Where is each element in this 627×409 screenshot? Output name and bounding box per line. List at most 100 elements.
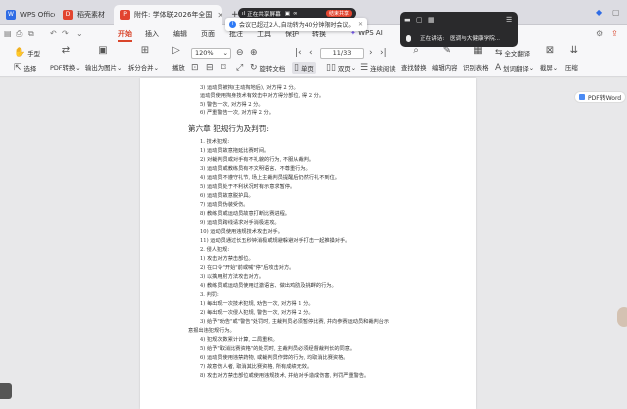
bookmark-icon: ⌑ — [221, 63, 226, 73]
image-icon[interactable]: ▣ — [94, 45, 112, 56]
doc-line: 6) 运动员故意脱护具。 — [200, 193, 254, 199]
compress-button[interactable]: 压缩 — [565, 63, 578, 72]
play-icon[interactable]: ▷ — [167, 45, 185, 56]
menu-page[interactable]: 页面 — [201, 29, 215, 39]
zoom-in-button[interactable]: ⊕ — [250, 48, 260, 58]
continuous-read-button[interactable]: ☰ 连续阅读 — [360, 63, 396, 73]
find-replace-button[interactable]: 查找替换 — [401, 63, 427, 72]
button-label: 手型 — [27, 49, 40, 58]
select-tool-button[interactable]: ⇱ 选择 — [14, 63, 36, 73]
copy-icon[interactable]: ⧉ — [28, 29, 34, 39]
first-page-button[interactable]: |‹ — [295, 48, 304, 58]
zoom-out-icon: ⊖ — [236, 48, 244, 58]
menu-icon[interactable]: ☰ — [506, 16, 512, 24]
bookmark-button[interactable]: ⌑ — [221, 63, 228, 73]
rotate-doc-button[interactable]: ↻ 旋转文档 — [250, 63, 285, 73]
signal-icon: ıl — [242, 10, 246, 17]
single-page-button[interactable]: ▯ 单页 — [292, 62, 316, 74]
avatar[interactable] — [617, 307, 627, 327]
play-button[interactable]: 播放 — [172, 63, 185, 72]
screenshot-button[interactable]: 截屏 ⌄ — [540, 63, 558, 73]
menu-edit[interactable]: 编辑 — [173, 29, 187, 39]
zoom-in-icon: ⊕ — [250, 48, 258, 58]
tab-attachment[interactable]: P 附件: 学体联2026年全国 ✕ — [114, 5, 222, 25]
compress-icon[interactable]: ⇊ — [565, 45, 583, 56]
share-icon[interactable]: ⇪ — [611, 29, 618, 38]
fit-page-button[interactable]: ⊟ — [206, 63, 216, 73]
grid-icon[interactable]: ▦ — [428, 16, 435, 24]
fullscreen-button[interactable]: ⤢ — [236, 63, 245, 73]
hand-tool-button[interactable]: ✋ 手型 — [14, 48, 40, 58]
menu-label: 开始 — [118, 30, 132, 38]
document-area[interactable]: 3) 运动员被掏(主动掏地后), 对方得 2 分。 运动员使用掏身技术有效击中对… — [0, 78, 627, 409]
doc-line: 6) 运动员使用违禁药物, 或裁判员作弊的行为, 均取消比赛资格。 — [200, 355, 349, 361]
window-icon[interactable]: ▢ — [612, 8, 620, 17]
button-label: 查找替换 — [401, 64, 427, 72]
double-page-icon: ▯▯ — [326, 63, 336, 73]
single-page-icon: ▯ — [294, 63, 299, 73]
doc-line: 1) 运动员故意拖延比赛时间。 — [200, 148, 270, 154]
chevron-right-icon: › — [369, 48, 373, 58]
edit-content-button[interactable]: 编辑内容 — [432, 63, 458, 72]
close-icon[interactable]: ✕ — [358, 21, 363, 28]
undo-icon[interactable]: ↶ — [50, 29, 57, 38]
zoom-select[interactable]: 120% ⌄ — [191, 48, 231, 59]
menu-insert[interactable]: 插入 — [145, 29, 159, 39]
translate-word-icon: A — [495, 63, 502, 73]
doc-line: 2) 在口令"开始"前或喊"停"后攻击对方。 — [200, 265, 295, 271]
pdf-page[interactable]: 3) 运动员被掏(主动掏地后), 对方得 2 分。 运动员使用掏身技术有效击中对… — [140, 78, 476, 409]
info-icon: i — [229, 21, 236, 28]
tab-wps-office[interactable]: W WPS Office — [0, 5, 55, 25]
fit-width-button[interactable]: ⊡ — [191, 63, 201, 73]
chevron-down-icon: ⌄ — [350, 64, 357, 72]
pdf-convert-button[interactable]: PDF转换 ⌄ — [50, 63, 81, 73]
doc-line: 11) 运动员通过长五秒钟消极或规避躲避对手打击一起推搡对手。 — [200, 238, 351, 244]
page-input[interactable]: 11/33 — [320, 48, 364, 59]
meeting-float-panel[interactable]: ▬ ▢ ▦ ☰ 正在讲话: 医调与大健康学院... — [400, 12, 518, 47]
redo-icon[interactable]: ↷ — [62, 29, 69, 38]
doc-line: 2) 每出现一次侵人犯规, 警告一次, 对方得 2 分。 — [200, 310, 314, 316]
pdf-to-word-button[interactable]: PDF转Word — [574, 91, 627, 103]
close-icon[interactable]: ✕ — [217, 11, 222, 20]
identify-table-button[interactable]: 识别表格 — [463, 63, 489, 72]
microphone-icon — [406, 35, 411, 42]
split-merge-button[interactable]: 拆分合并 ⌄ — [128, 63, 159, 73]
fullscreen-icon: ⤢ — [236, 63, 244, 73]
rotate-icon: ↻ — [250, 63, 258, 73]
screen-share-icon: ▣ — [284, 10, 290, 17]
daoke-logo-icon: D — [63, 10, 73, 20]
first-page-icon: |‹ — [295, 48, 302, 58]
prev-page-button[interactable]: ‹ — [309, 48, 315, 58]
minimize-icon[interactable]: ▬ — [404, 16, 411, 24]
split-merge-icon[interactable]: ⊞ — [136, 45, 154, 56]
button-label: 旋转文档 — [259, 64, 286, 73]
window-icon[interactable]: ▢ — [416, 16, 423, 24]
doc-line: 7) 运动员伪装受伤。 — [200, 202, 249, 208]
next-page-button[interactable]: › — [369, 48, 375, 58]
button-label: 划词翻译 — [503, 64, 529, 73]
tab-daoke[interactable]: D 稻壳素材 — [57, 5, 112, 25]
zoom-out-button[interactable]: ⊖ — [236, 48, 246, 58]
file-icon[interactable]: ▤ — [4, 29, 12, 38]
doc-line: 3) 给予"劝告"或"警告"处罚时, 主裁判员必须暂停比赛, 并向参赛运动员和裁… — [200, 319, 390, 325]
pdf-convert-icon[interactable]: ⇄ — [57, 45, 75, 56]
app-logo-icon[interactable]: ◆ — [596, 8, 602, 17]
more-icon[interactable]: ⌄ — [76, 29, 83, 38]
chevron-down-icon: ⌄ — [222, 49, 228, 57]
export-image-button[interactable]: 输出为图片 ⌄ — [85, 63, 122, 73]
end-share-button[interactable]: 结束共享 — [325, 10, 352, 17]
full-text-translate-button[interactable]: ⇆ 全文翻译 — [495, 48, 530, 58]
print-icon[interactable]: ⎙ — [16, 29, 22, 39]
last-page-button[interactable]: ›| — [380, 48, 389, 58]
double-page-button[interactable]: ▯▯ 双页 ⌄ — [326, 63, 356, 73]
button-label: PDF转换 — [50, 64, 76, 72]
menu-start[interactable]: 开始 — [118, 29, 132, 42]
tab-label: 稻壳素材 — [77, 11, 105, 19]
side-panel-toggle[interactable] — [0, 383, 12, 399]
screenshot-icon[interactable]: ⊠ — [541, 45, 559, 56]
settings-icon[interactable]: ⚙ — [596, 29, 603, 38]
pause-icon: ∞ — [292, 10, 298, 17]
hand-icon: ✋ — [14, 48, 26, 58]
doc-line: 1) 每出现一次技术犯规, 劝告一次, 对方得 1 分。 — [200, 301, 314, 307]
word-translate-button[interactable]: A 划词翻译 ⌄ — [495, 63, 534, 73]
